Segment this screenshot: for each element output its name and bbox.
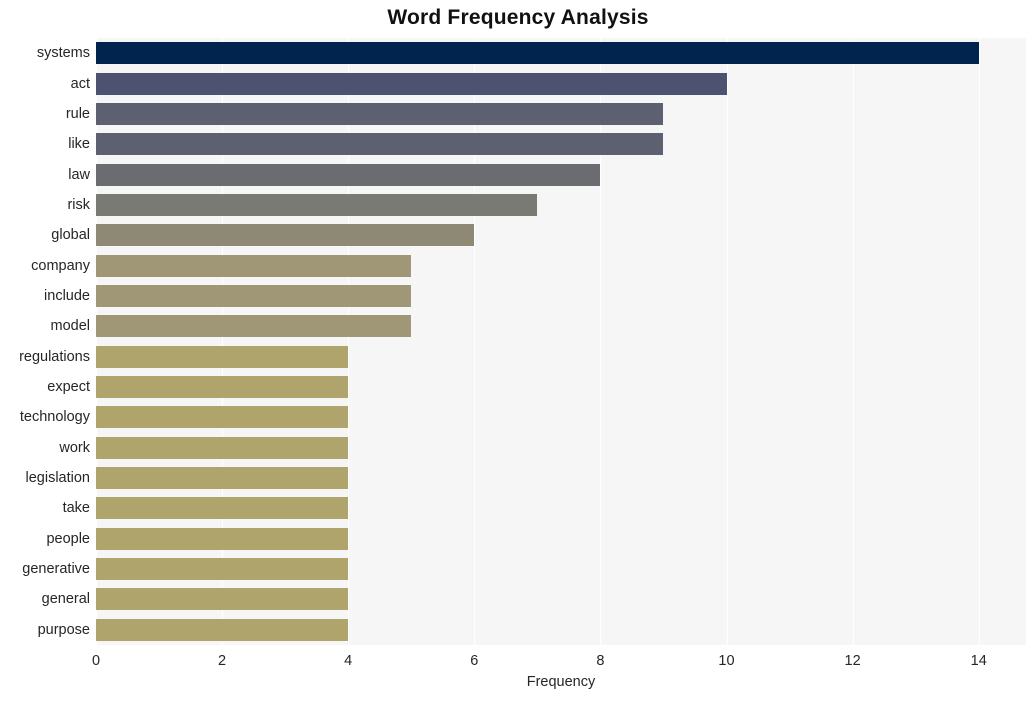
- y-axis-label-rule: rule: [65, 105, 90, 122]
- bar-fill: [96, 527, 349, 550]
- y-axis-label-include: include: [44, 287, 90, 304]
- y-axis-label-work: work: [59, 439, 90, 456]
- x-tick-label-2: 2: [218, 653, 227, 669]
- bar-fill: [96, 406, 349, 429]
- bar-fill: [96, 193, 538, 216]
- y-axis-label-generative: generative: [22, 561, 90, 578]
- bar-regulations: [96, 345, 349, 368]
- bar-fill: [96, 436, 349, 459]
- bar-fill: [96, 163, 601, 186]
- y-axis-label-like: like: [68, 136, 90, 153]
- y-axis-label-company: company: [31, 257, 90, 274]
- x-axis-title: Frequency: [526, 674, 596, 690]
- bar-act: [96, 72, 727, 95]
- y-axis-label-general: general: [41, 591, 90, 608]
- bar-model: [96, 315, 412, 338]
- bar-fill: [96, 467, 349, 490]
- bar-like: [96, 133, 664, 156]
- bar-fill: [96, 284, 412, 307]
- bar-fill: [96, 102, 664, 125]
- y-axis-label-global: global: [51, 227, 90, 244]
- bar-law: [96, 163, 601, 186]
- y-axis-label-purpose: purpose: [37, 621, 90, 638]
- y-axis-label-act: act: [70, 75, 90, 92]
- bar-systems: [96, 42, 979, 65]
- bar-fill: [96, 315, 412, 338]
- chart-title: Word Frequency Analysis: [387, 6, 649, 29]
- y-axis-label-systems: systems: [36, 45, 90, 62]
- y-axis-label-expect: expect: [47, 379, 90, 396]
- bar-generative: [96, 558, 349, 581]
- bar-fill: [96, 497, 349, 520]
- bar-take: [96, 497, 349, 520]
- bar-technology: [96, 406, 349, 429]
- x-tick-label-12: 12: [844, 653, 861, 669]
- bar-fill: [96, 345, 349, 368]
- plot-area: [96, 38, 1026, 645]
- word-frequency-chart-figure: Word Frequency Analysis systems act rule li…: [0, 0, 1036, 701]
- bar-rule: [96, 102, 664, 125]
- x-tick-label-8: 8: [596, 653, 605, 669]
- y-axis-label-model: model: [50, 318, 91, 335]
- y-axis-label-legislation: legislation: [25, 470, 91, 487]
- x-tick-label-4: 4: [344, 653, 353, 669]
- y-axis-label-law: law: [68, 166, 90, 183]
- bar-work: [96, 436, 349, 459]
- y-axis-label-people: people: [46, 530, 90, 547]
- bar-general: [96, 588, 349, 611]
- bar-risk: [96, 193, 538, 216]
- x-tick-label-14: 14: [970, 653, 987, 669]
- bar-expect: [96, 376, 349, 399]
- bar-fill: [96, 588, 349, 611]
- bar-fill: [96, 42, 979, 65]
- bar-legislation: [96, 467, 349, 490]
- x-tick-label-10: 10: [718, 653, 735, 669]
- bar-fill: [96, 133, 664, 156]
- y-axis-label-technology: technology: [19, 409, 90, 426]
- bar-fill: [96, 376, 349, 399]
- bar-purpose: [96, 618, 349, 641]
- x-tick-label-0: 0: [91, 653, 101, 669]
- bar-global: [96, 224, 475, 247]
- x-tick-label-6: 6: [470, 653, 479, 669]
- bar-fill: [96, 558, 349, 581]
- y-axis-label-risk: risk: [67, 196, 90, 213]
- x-axis-ticks: 0 2 4 6 8 10 12 14: [92, 645, 1026, 671]
- y-axis-label-take: take: [62, 500, 90, 517]
- bars-layer: [96, 38, 1026, 645]
- bar-fill: [96, 72, 727, 95]
- bar-fill: [96, 618, 349, 641]
- bar-fill: [96, 224, 475, 247]
- bar-include: [96, 284, 412, 307]
- y-axis-label-regulations: regulations: [19, 348, 90, 365]
- y-axis-labels: systems act rule like law risk global company in…: [0, 38, 90, 645]
- bar-fill: [96, 254, 412, 277]
- bar-company: [96, 254, 412, 277]
- bar-people: [96, 527, 349, 550]
